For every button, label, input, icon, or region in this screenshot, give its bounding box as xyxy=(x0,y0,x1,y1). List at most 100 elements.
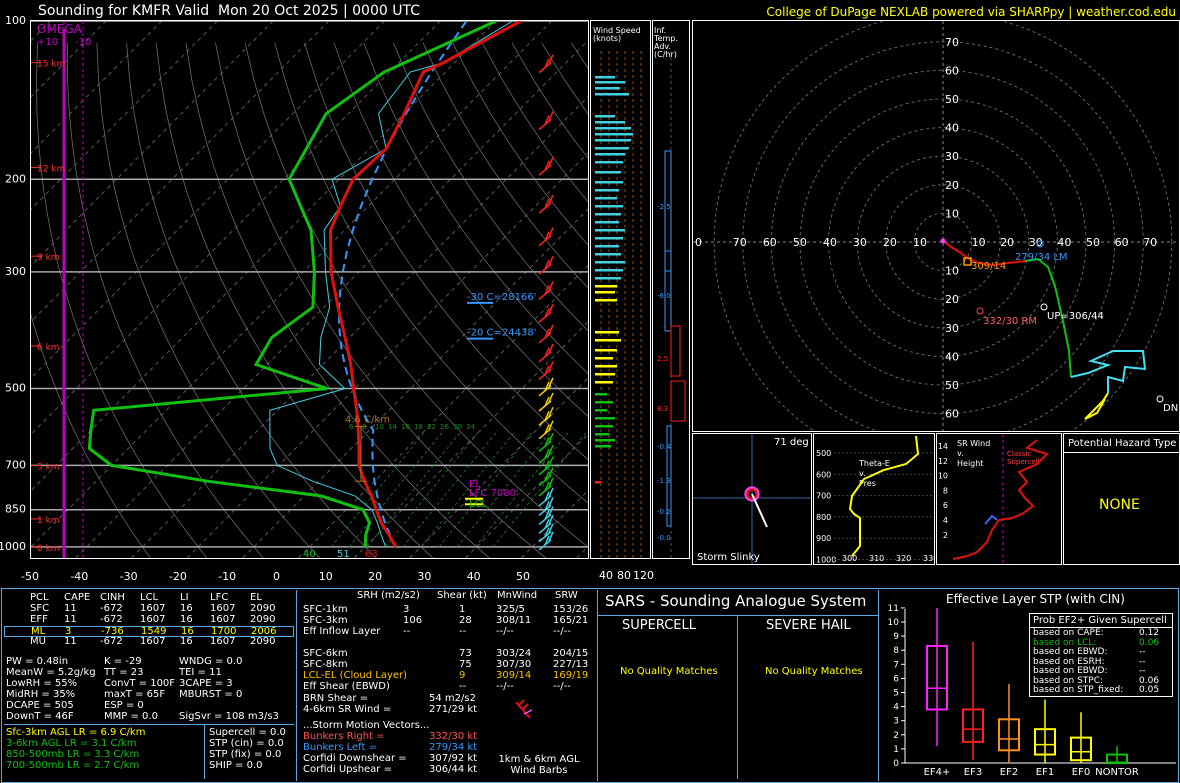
parcel-header: LFC xyxy=(210,592,229,603)
wind-speed-bar xyxy=(595,439,615,442)
wind-speed-bar xyxy=(595,357,613,360)
skewt-panel[interactable]: 6 8 10 14 16 18 22 26 30 34 OMEGA +10 -10 15 km 12 km 9… xyxy=(30,20,589,559)
index-left: MidRH = 35% xyxy=(6,689,76,700)
temp-tick-label: -20 xyxy=(169,570,187,583)
height-label: 6 km xyxy=(37,343,60,353)
adv-bar xyxy=(670,325,681,377)
sr-wind-panel[interactable]: 14 12 10 8 6 4 2 SR Wind v. Height Classic Supercel… xyxy=(936,433,1062,565)
index-left: DCAPE = 505 xyxy=(6,700,74,711)
mixing-ratio-line xyxy=(366,429,463,548)
parcel-row[interactable]: MU 11 -672 1607 16 1607 2090 xyxy=(4,637,294,648)
stp-y-label: 6 xyxy=(893,674,899,684)
temp-tick-label: 0 xyxy=(273,570,280,583)
wind-speed-bar xyxy=(595,115,615,118)
hodograph-plot: 10 10 20 20 30 30 40 40 50 50 60 60 70 70 0 70 60 50 40 30 2… xyxy=(693,21,1179,431)
pressure-tick-label: 1000 xyxy=(0,540,26,553)
hodo-lm-label: 279/34 LM xyxy=(1015,252,1068,263)
storm-slinky-panel[interactable]: 71 deg Storm Slinky xyxy=(692,433,812,565)
parcel-cell: MU xyxy=(30,636,46,647)
mixing-ratio-label: 26 xyxy=(440,423,449,431)
theta-e-x-label: 320 xyxy=(896,554,911,563)
hodo-sfc-point xyxy=(940,238,946,244)
mixing-ratio-label: 34 xyxy=(466,423,475,431)
height-label: 0 km xyxy=(37,544,60,554)
storm-slinky-title: Storm Slinky xyxy=(697,552,760,563)
hodo-x-label: 40 xyxy=(823,236,837,249)
wind-speed-panel[interactable]: Wind Speed (knots) xyxy=(590,20,651,559)
theta-e-y-label: 800 xyxy=(816,513,831,522)
parcel-cell: EFF xyxy=(30,614,48,625)
motion-title: ...Storm Motion Vectors... xyxy=(303,720,430,731)
adv-label: -6.0 xyxy=(657,292,671,300)
kinematics-row: Eff Shear (EBWD) -- --/-- --/-- xyxy=(299,682,594,693)
index-right: SigSvr = 108 m3/s3 xyxy=(179,711,279,722)
pressure-tick-label: 100 xyxy=(5,14,26,27)
kinematics-cell: 153/26 xyxy=(553,604,589,615)
height-label: 3 km xyxy=(37,462,60,472)
height-label: 15 km xyxy=(37,60,65,70)
hodo-dn-marker xyxy=(1156,395,1164,403)
wind-speed-bar xyxy=(595,81,625,84)
parcel-cell: 11 xyxy=(64,614,77,625)
mixing-ratio-line xyxy=(330,429,427,548)
stp-y-label: 11 xyxy=(888,604,899,614)
storm-slinky-deg: 71 deg xyxy=(774,437,809,448)
barbs-label: 1km & 6km AGL Wind Barbs xyxy=(498,754,580,776)
stp-y-label: 9 xyxy=(893,632,899,642)
index-right: TEI = 11 xyxy=(179,667,222,678)
theta-e-panel[interactable]: 500 600 700 800 900 1000 300 310 320 330 Theta-Ev.… xyxy=(813,433,935,565)
mixing-ratio-label: 22 xyxy=(427,423,436,431)
hodo-ring-label: 60 xyxy=(945,64,959,77)
wind-speed-bar xyxy=(595,339,621,342)
pressure-tick-label: 850 xyxy=(5,503,26,516)
temp-advection-panel[interactable]: Inf. Temp. Adv. (C/hr) -2.5 -6.0 2.5 8.3 -0.… xyxy=(652,20,690,559)
hodo-x-label: 20 xyxy=(883,236,897,249)
stp-y-label: 2 xyxy=(893,731,899,741)
hazard-title: Potential Hazard Type xyxy=(1068,438,1177,449)
isotherm xyxy=(576,546,588,558)
wind-speed-bar xyxy=(595,221,619,224)
stp-prob-label: based on CAPE: xyxy=(1033,628,1104,638)
height-label: 9 km xyxy=(37,253,60,263)
temp-tick-label: -10 xyxy=(218,570,236,583)
wind-speed-tick-80: 80 xyxy=(617,569,631,582)
stp-prob-value: -- xyxy=(1139,647,1146,657)
omega-label: OMEGA xyxy=(37,22,83,36)
brn-value: 54 m2/s2 xyxy=(429,693,476,704)
adv-label: -2.5 xyxy=(657,203,671,211)
theta-e-x-label: 310 xyxy=(869,554,884,563)
sars-hail-result: No Quality Matches xyxy=(765,666,863,677)
parcel-row[interactable]: EFF 11 -672 1607 16 1607 2090 xyxy=(4,615,294,626)
wind-speed-bar xyxy=(595,349,617,352)
kinematics-cell: 325/5 xyxy=(496,604,525,615)
wind-barb-flag xyxy=(548,506,554,516)
sr-wind-title-1: SR Wind xyxy=(957,439,990,448)
storm-motion-value: 279/34 kt xyxy=(429,742,478,753)
hodograph-panel[interactable]: 10 10 20 20 30 30 40 40 50 50 60 60 70 70 0 70 60 50 40 30 2… xyxy=(692,20,1180,432)
parcel-cell: SFC xyxy=(30,603,50,614)
kinematics-cell: -- xyxy=(459,626,467,637)
hodo-rm-marker xyxy=(976,307,984,315)
isotherm xyxy=(31,21,163,154)
wind-barb-flag xyxy=(548,324,554,335)
stp-panel: Effective Layer STP (with CIN) 012345678… xyxy=(879,591,1176,779)
kinematics-cell: 75 xyxy=(459,659,472,670)
theta-e-title-1: Theta-E xyxy=(858,459,890,468)
wind-speed-bar xyxy=(595,393,607,396)
wind-speed-bar xyxy=(595,139,631,142)
hodo-x-label: 50 xyxy=(1086,236,1100,249)
agl-wind-barbs xyxy=(515,699,533,719)
isotherm xyxy=(353,321,588,558)
index-mid: maxT = 65F xyxy=(104,689,166,700)
parcel-cell: -672 xyxy=(100,614,123,625)
temp-advection-plot: -2.5 -6.0 2.5 8.3 -0.4 -1.3 -0.2 -0.0 xyxy=(657,51,686,558)
theta-e-y-label: 900 xyxy=(816,534,831,543)
lapse-rate: 700-500mb LR = 2.7 C/km xyxy=(6,760,140,771)
wind-speed-bar xyxy=(595,381,613,384)
sr-wind-title-3: Height xyxy=(957,459,983,468)
parcel-cell: 1607 xyxy=(140,636,166,647)
wind-barb-flag xyxy=(548,255,554,266)
hodo-x-label: 60 xyxy=(763,236,777,249)
sr-wind-profile-low xyxy=(984,514,998,525)
wind-speed-bar xyxy=(595,197,617,200)
